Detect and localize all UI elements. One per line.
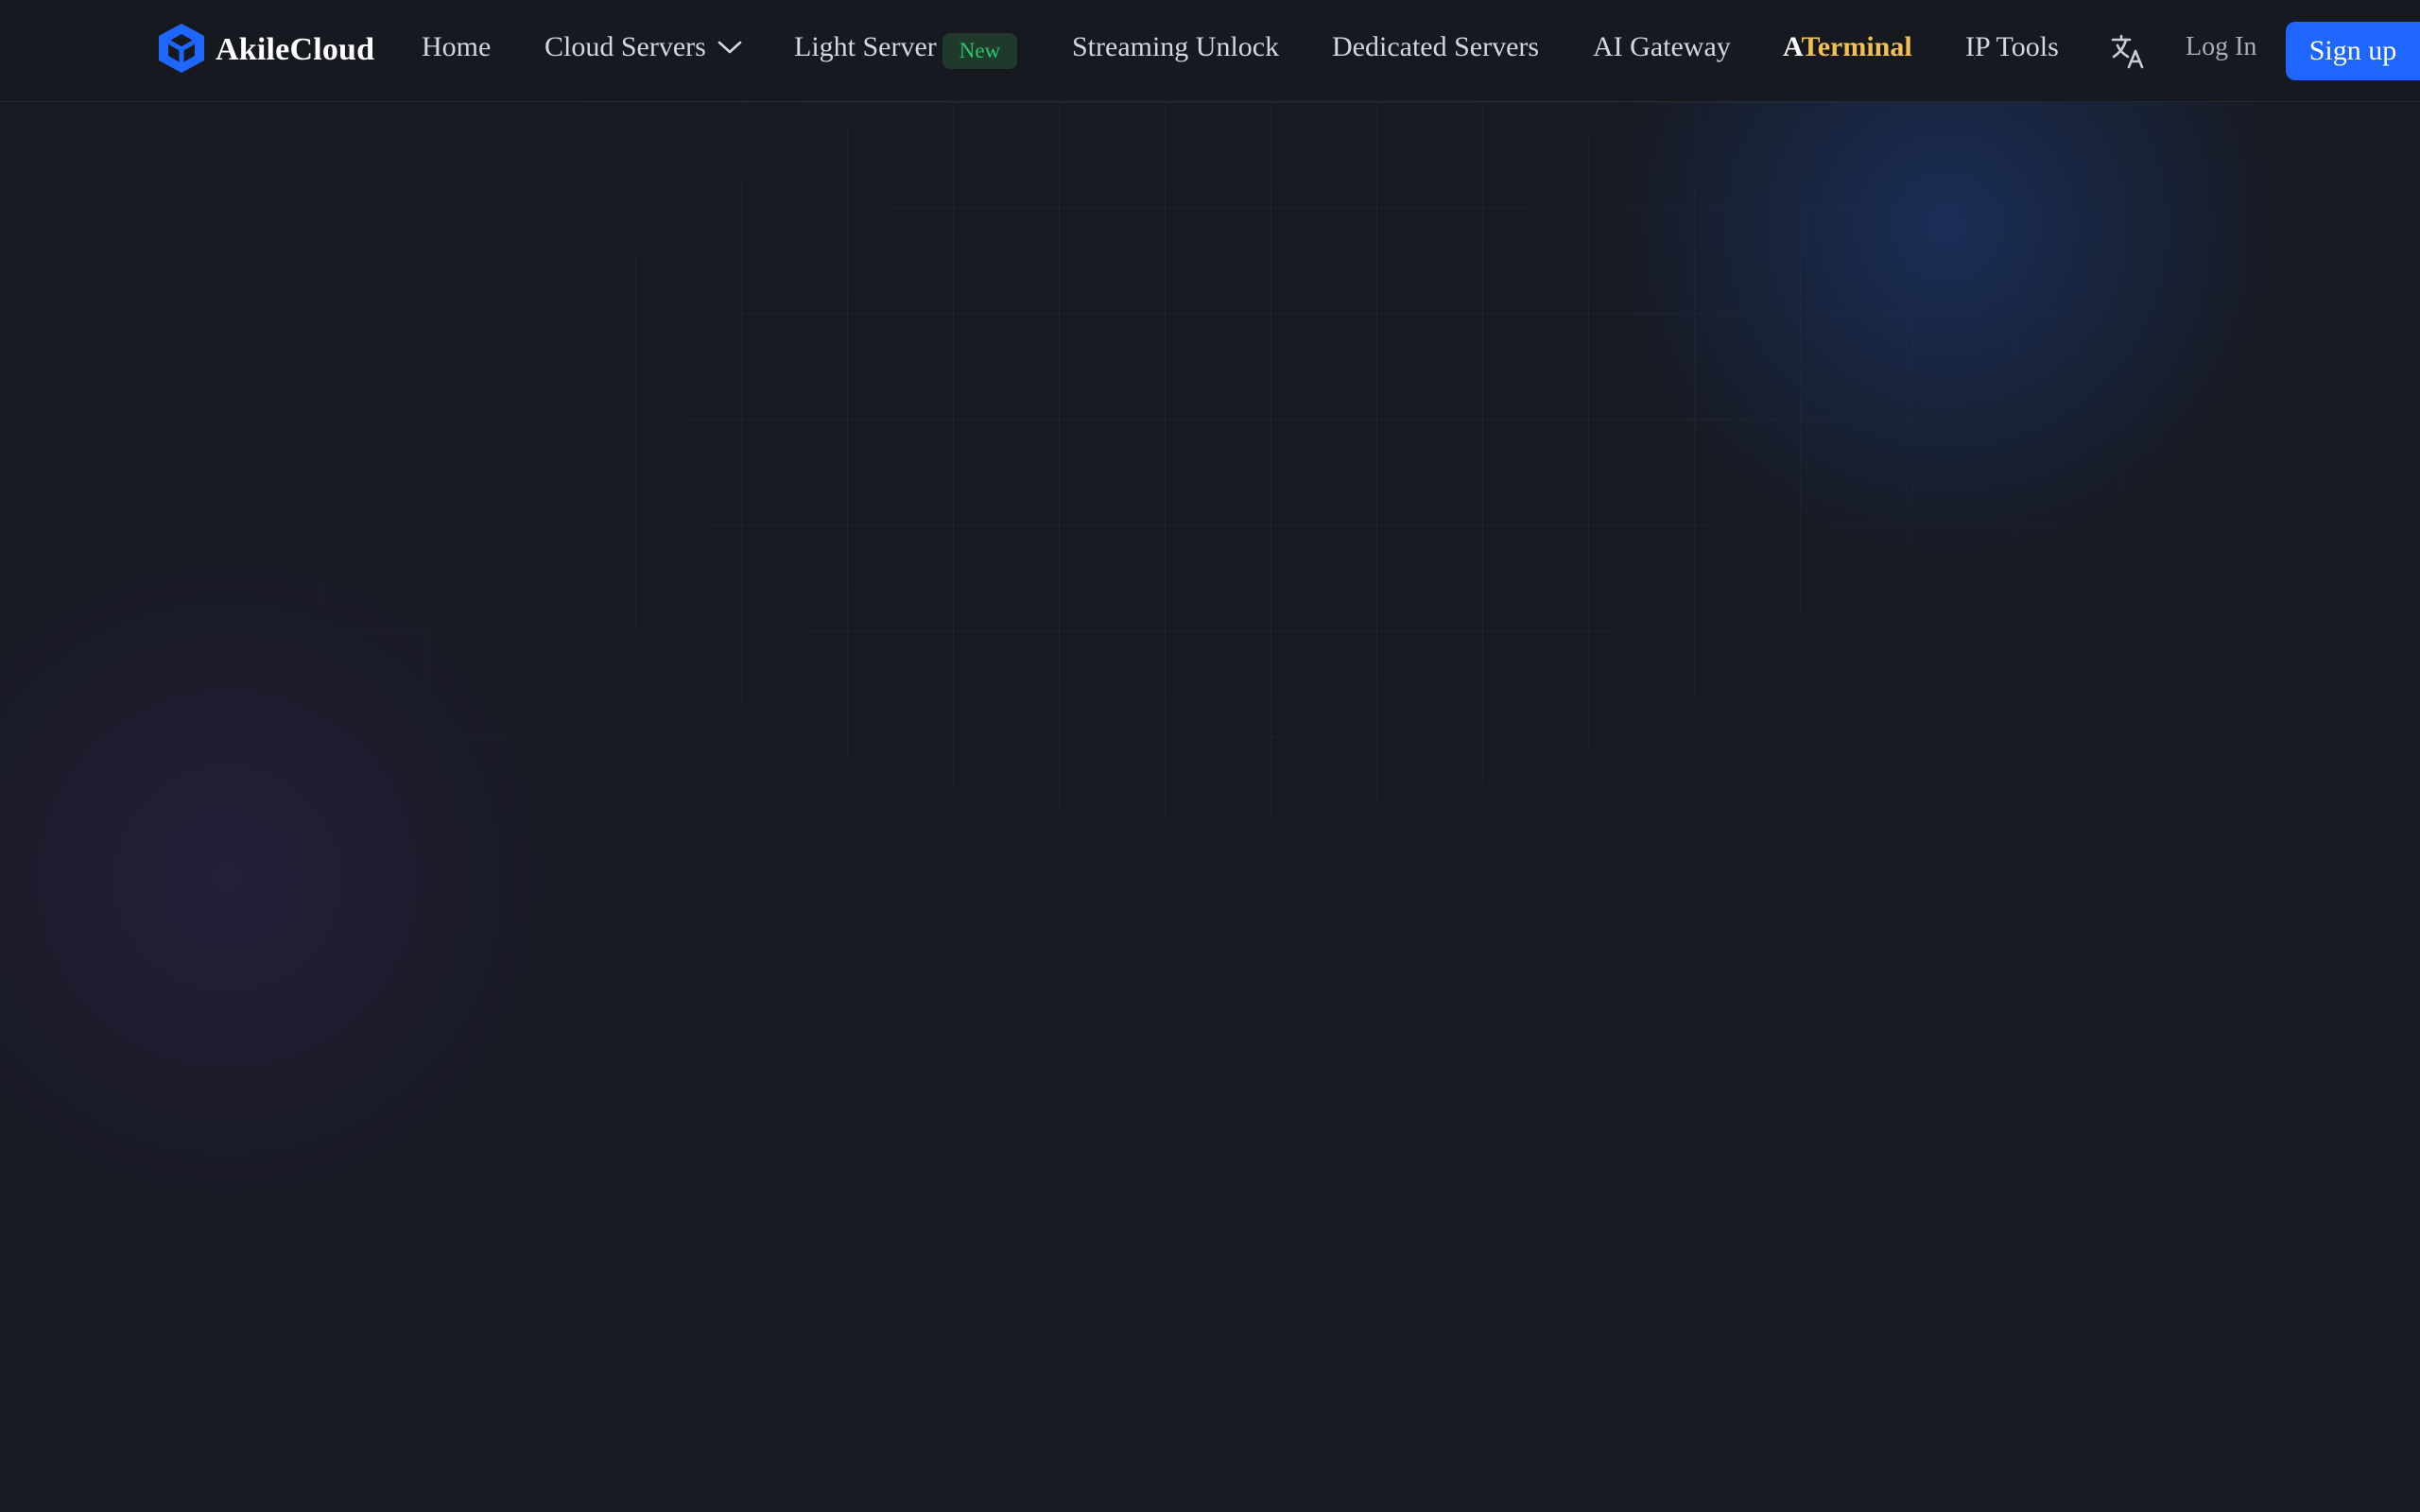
background-grid [0,102,2420,1142]
nav-ai-gateway[interactable]: AI Gateway [1593,26,1731,68]
nav-aterminal[interactable]: ATerminal [1783,26,1912,68]
nav-home[interactable]: Home [422,26,491,68]
translate-icon[interactable] [2110,32,2148,70]
login-link[interactable]: Log In [2186,26,2256,68]
nav-light-server[interactable]: Light Server New [794,26,1018,70]
page: AkileCloud Home Cloud Servers Light Serv… [0,0,2420,1512]
aterminal-prefix: A [1783,31,1802,62]
nav-cloud-servers[interactable]: Cloud Servers [544,26,742,68]
brand-logo[interactable]: AkileCloud [157,23,374,77]
chevron-down-icon [717,40,742,55]
signup-button[interactable]: Sign up [2286,22,2420,80]
nav-cloud-servers-label: Cloud Servers [544,31,706,62]
nav-ip-tools[interactable]: IP Tools [1965,26,2059,68]
aterminal-suffix: Terminal [1801,31,1912,62]
cube-logo-icon [157,22,206,79]
nav-streaming-unlock[interactable]: Streaming Unlock [1072,26,1279,68]
top-navbar: AkileCloud Home Cloud Servers Light Serv… [0,0,2420,102]
nav-light-server-label: Light Server [794,31,937,62]
nav-dedicated-servers[interactable]: Dedicated Servers [1332,26,1539,68]
brand-name: AkileCloud [216,32,375,67]
new-badge: New [942,33,1018,70]
